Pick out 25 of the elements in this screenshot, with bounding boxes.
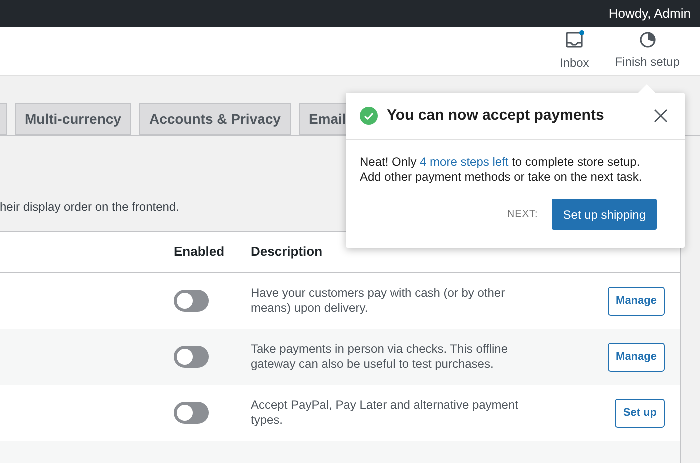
tab[interactable]: Accounts & Privacy [139, 103, 291, 135]
description-text: Have your customers pay with cash (or by other means) upon delivery. [251, 286, 506, 316]
check-circle-icon [360, 107, 378, 125]
action-button[interactable]: Manage [608, 342, 665, 372]
close-icon[interactable] [654, 109, 668, 123]
toggle-switch[interactable] [174, 402, 209, 424]
toggle-switch[interactable] [174, 346, 209, 368]
toggle-switch[interactable] [174, 290, 209, 312]
description-text: Take payments in person via checks. This offline gateway can also be useful to test purchases. [251, 342, 510, 372]
finish-setup-button[interactable]: Finish setup [615, 31, 680, 71]
intro-text: heir display order on the frontend. [0, 199, 180, 215]
popover-message: Neat! Only 4 more steps left to complete store setup. Add other payment methods or take on the next task. [360, 154, 644, 185]
progress-icon [638, 31, 657, 49]
column-header: Enabled [174, 243, 226, 262]
description-text: Accept PayPal, Pay Later and alternative payment types. [251, 398, 520, 428]
inbox-button[interactable]: Inbox [560, 30, 590, 72]
popover-title: You can now accept payments [387, 106, 606, 126]
steps-link[interactable]: 4 more steps left [420, 155, 509, 169]
greeting-link[interactable]: Howdy, Admin [608, 4, 691, 24]
tab[interactable]: Multi-currency [15, 103, 132, 135]
set-up-shipping-button[interactable]: Set up shipping [552, 199, 657, 230]
column-header: Description [251, 243, 323, 262]
action-button[interactable]: Manage [608, 286, 665, 316]
action-button[interactable]: Set up [615, 398, 665, 428]
next-label: NEXT: [507, 208, 538, 222]
